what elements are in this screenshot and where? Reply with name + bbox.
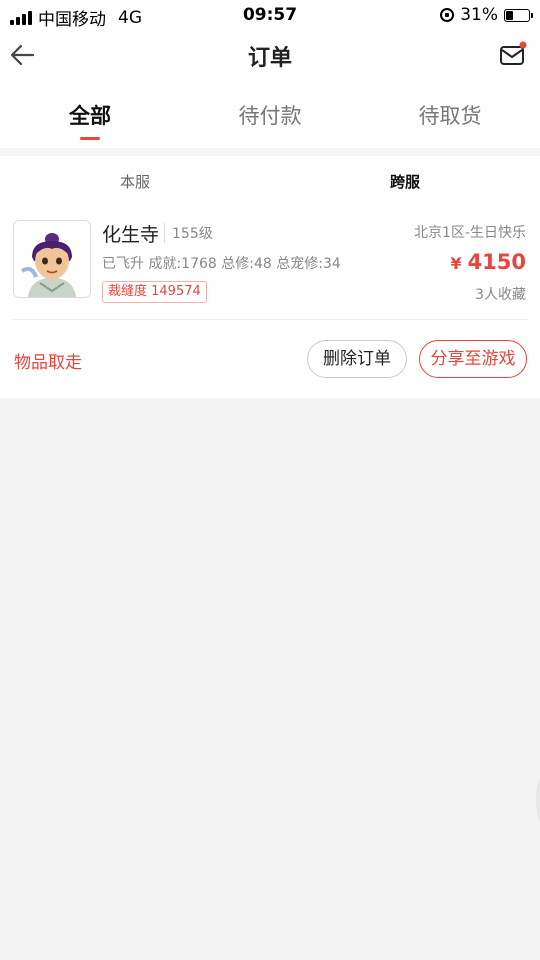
order-card[interactable]: 化生寺 155级 已飞升 成就:1768 总修:48 总宠修:34 裁缝度 14… (0, 206, 540, 398)
character-portrait-icon (14, 221, 90, 297)
favorites-count: 3人收藏 (475, 287, 526, 303)
page-title: 订单 (247, 46, 292, 71)
notification-dot (519, 41, 527, 49)
tab-all[interactable]: 全部 (0, 100, 180, 130)
server-subtabs: 本服 跨服 (0, 156, 540, 206)
active-tab-indicator (80, 137, 100, 140)
status-right: 31% (440, 5, 533, 25)
character-stats: 已飞升 成就:1768 总修:48 总宠修:34 (102, 256, 341, 272)
tab-pending-payment[interactable]: 待付款 (180, 100, 360, 130)
share-to-game-button[interactable]: 分享至游戏 (419, 340, 527, 378)
currency-symbol: ¥ (450, 254, 462, 273)
tab-pending-pickup[interactable]: 待取货 (360, 100, 540, 130)
floating-handle[interactable] (536, 775, 540, 825)
character-name: 化生寺 (102, 224, 160, 246)
delete-order-button[interactable]: 删除订单 (307, 340, 407, 378)
orientation-lock-icon (440, 8, 455, 22)
nav-bar: 订单 (0, 30, 540, 80)
tailoring-badge: 裁缝度 149574 (102, 281, 207, 303)
subtab-cross-server[interactable]: 跨服 (270, 171, 540, 192)
price: ¥4150 (450, 250, 526, 274)
order-tabs: 全部 待付款 待取货 (0, 80, 540, 148)
card-divider (13, 319, 527, 320)
battery-fill (506, 10, 513, 20)
price-value: 4150 (467, 250, 526, 274)
status-bar: 中国移动 4G 09:57 31% (0, 0, 540, 30)
mail-icon[interactable] (498, 40, 528, 70)
order-status: 物品取走 (14, 353, 82, 373)
battery-percent: 31% (460, 5, 498, 25)
character-avatar (13, 220, 91, 298)
battery-icon (504, 8, 533, 22)
server-name: 北京1区-生日快乐 (414, 225, 526, 241)
subtab-local-server[interactable]: 本服 (0, 171, 270, 192)
character-level: 155级 (164, 223, 213, 243)
